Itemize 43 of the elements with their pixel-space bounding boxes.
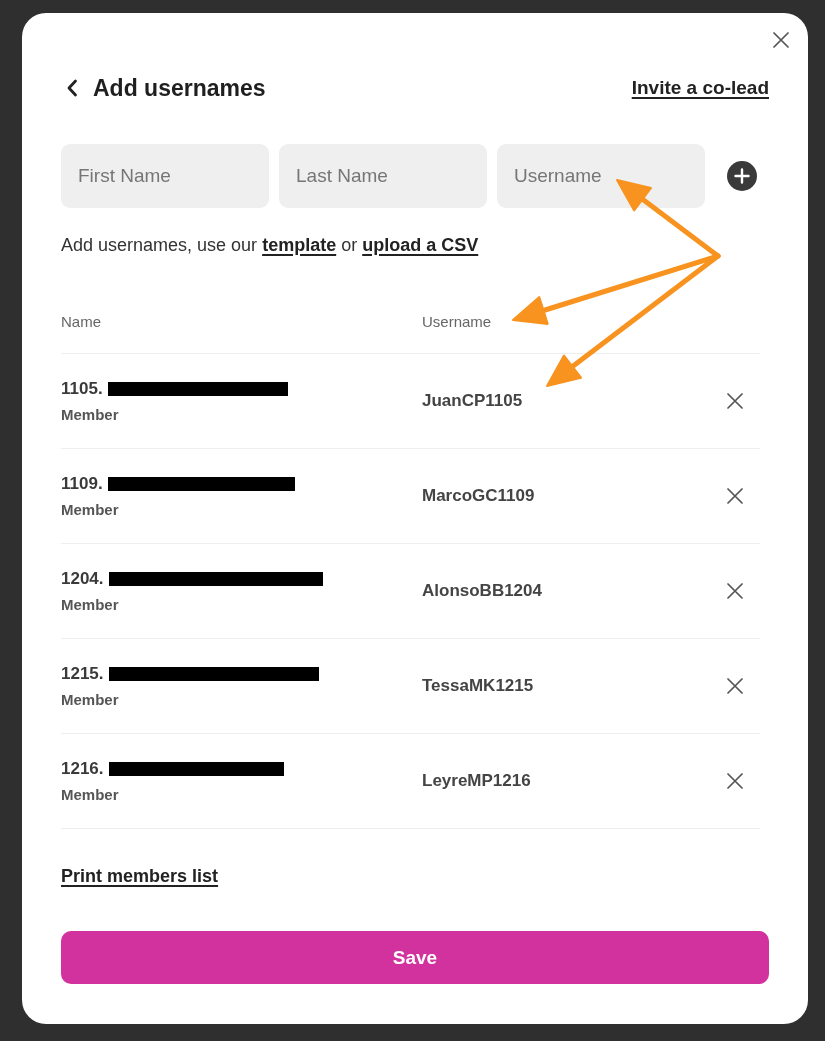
plus-icon [727,161,757,191]
close-icon [727,583,743,599]
print-link[interactable]: Print members list [61,864,219,888]
close-icon [727,488,743,504]
username-text: LeyreMP1216 [422,770,532,792]
chevron-left-icon [66,79,78,97]
close-button[interactable] [773,32,789,48]
member-number: 1215. [61,663,104,685]
member-number: 1109. [61,473,103,495]
input-field[interactable]: Username [497,144,705,208]
member-number: 1105. [61,378,103,400]
invite-link[interactable]: Invite a co-lead [631,76,769,100]
help-text: Add usernames, use our template or upload a CSV [61,234,480,257]
close-icon [773,32,789,48]
input-field[interactable]: Last Name [279,144,487,208]
dialog-title: Add usernames [93,74,266,103]
remove-button[interactable] [727,393,743,409]
inline-link[interactable]: template [262,235,337,255]
column-header: Name [61,312,102,332]
close-icon [727,773,743,789]
username-text: TessaMK1215 [422,675,535,697]
inline-link[interactable]: upload a CSV [362,235,479,255]
member-role: Member [61,501,120,519]
remove-button[interactable] [727,773,743,789]
back-button[interactable] [66,79,78,97]
input-field[interactable]: First Name [61,144,269,208]
username-text: MarcoGC1109 [422,485,536,507]
username-text: JuanCP1105 [422,390,524,412]
username-text: AlonsoBB1204 [422,580,543,602]
close-icon [727,393,743,409]
member-role: Member [61,691,120,709]
member-role: Member [61,596,120,614]
member-number: 1216. [61,758,104,780]
member-role: Member [61,406,120,424]
remove-button[interactable] [727,678,743,694]
column-header: Username [422,312,493,332]
remove-button[interactable] [727,488,743,504]
member-number: 1204. [61,568,104,590]
member-role: Member [61,786,120,804]
remove-button[interactable] [727,583,743,599]
save-button[interactable]: Save [61,931,769,984]
close-icon [727,678,743,694]
add-button[interactable] [727,161,757,191]
